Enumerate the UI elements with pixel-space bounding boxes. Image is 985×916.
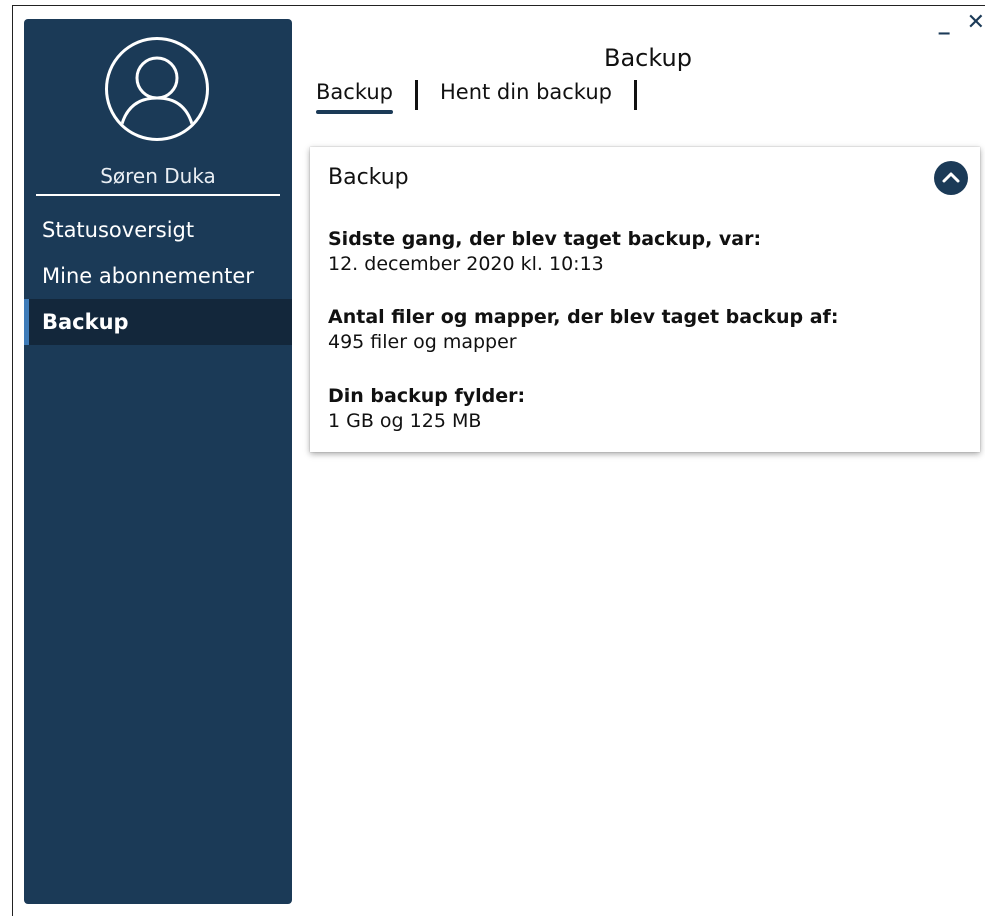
sidebar: Søren Duka Statusoversigt Mine abonnemen… (24, 19, 292, 904)
close-button[interactable]: ✕ (967, 10, 985, 35)
user-avatar-icon (105, 37, 209, 141)
page-title: Backup (604, 44, 692, 72)
panel-title: Backup (328, 165, 409, 190)
last-backup-value: 12. december 2020 kl. 10:13 (328, 253, 604, 275)
tab-hent-din-backup[interactable]: Hent din backup (440, 80, 612, 112)
backup-size-info: Din backup fylder: 1 GB og 125 MB (328, 384, 525, 434)
last-backup-info: Sidste gang, der blev taget backup, var:… (328, 227, 761, 277)
username: Søren Duka (36, 164, 280, 196)
chevron-up-icon (942, 172, 960, 183)
sidebar-item-backup[interactable]: Backup (24, 299, 292, 345)
backup-size-label: Din backup fylder: (328, 385, 526, 407)
minimize-button[interactable]: _ (939, 10, 950, 35)
backup-size-value: 1 GB og 125 MB (328, 410, 482, 432)
file-count-info: Antal filer og mapper, der blev taget ba… (328, 305, 838, 355)
tab-bar: Backup Hent din backup (316, 80, 659, 120)
sidebar-item-mine-abonnementer[interactable]: Mine abonnementer (24, 253, 292, 299)
file-count-value: 495 filer og mapper (328, 331, 517, 353)
last-backup-label: Sidste gang, der blev taget backup, var: (328, 228, 762, 250)
file-count-label: Antal filer og mapper, der blev taget ba… (328, 306, 839, 328)
sidebar-nav: Statusoversigt Mine abonnementer Backup (24, 207, 292, 345)
tab-divider (633, 80, 637, 110)
backup-panel: Backup Sidste gang, der blev taget backu… (310, 147, 980, 452)
sidebar-item-statusoversigt[interactable]: Statusoversigt (24, 207, 292, 253)
window-controls: _ ✕ (929, 10, 985, 35)
tab-divider (414, 80, 418, 110)
collapse-button[interactable] (934, 161, 968, 195)
tab-backup[interactable]: Backup (316, 80, 393, 114)
